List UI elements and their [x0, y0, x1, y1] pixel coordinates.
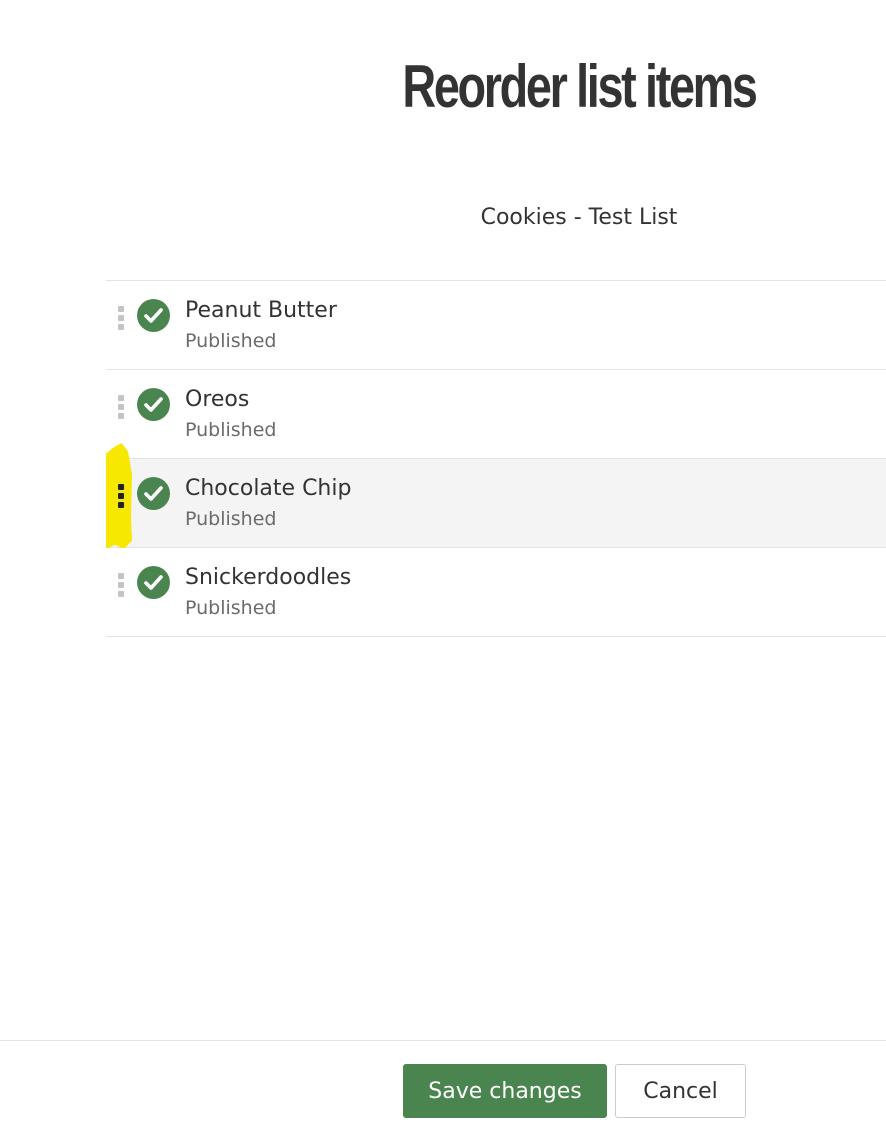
list-item[interactable]: Snickerdoodles Published — [106, 548, 886, 637]
list-name: Cookies - Test List — [480, 205, 678, 230]
item-status: Published — [185, 419, 277, 441]
cancel-button[interactable]: Cancel — [615, 1064, 746, 1118]
item-title: Oreos — [185, 387, 250, 412]
list-item[interactable]: Peanut Butter Published — [106, 281, 886, 370]
list-item[interactable]: Oreos Published — [106, 370, 886, 459]
item-title: Chocolate Chip — [185, 476, 352, 501]
drag-handle-icon[interactable] — [117, 484, 125, 508]
drag-handle-icon[interactable] — [117, 395, 125, 419]
list-item-active[interactable]: Chocolate Chip Published — [106, 443, 886, 549]
page-title: Reorder list items — [402, 53, 758, 120]
item-title: Snickerdoodles — [185, 565, 352, 590]
sortable-list: Peanut Butter Published Oreos Published … — [106, 280, 886, 637]
check-circle-icon — [137, 388, 170, 421]
item-status: Published — [185, 330, 277, 352]
save-changes-button[interactable]: Save changes — [403, 1064, 607, 1118]
item-status: Published — [185, 597, 277, 619]
reorder-page: Reorder list items Cookies - Test List P… — [0, 0, 886, 1124]
item-status: Published — [185, 508, 277, 530]
check-circle-icon — [137, 477, 170, 510]
drag-handle-icon[interactable] — [117, 306, 125, 330]
check-circle-icon — [137, 566, 170, 599]
drag-handle-icon[interactable] — [117, 573, 125, 597]
item-title: Peanut Butter — [185, 298, 337, 323]
form-footer: Save changes Cancel — [0, 1040, 886, 1124]
check-circle-icon — [137, 299, 170, 332]
